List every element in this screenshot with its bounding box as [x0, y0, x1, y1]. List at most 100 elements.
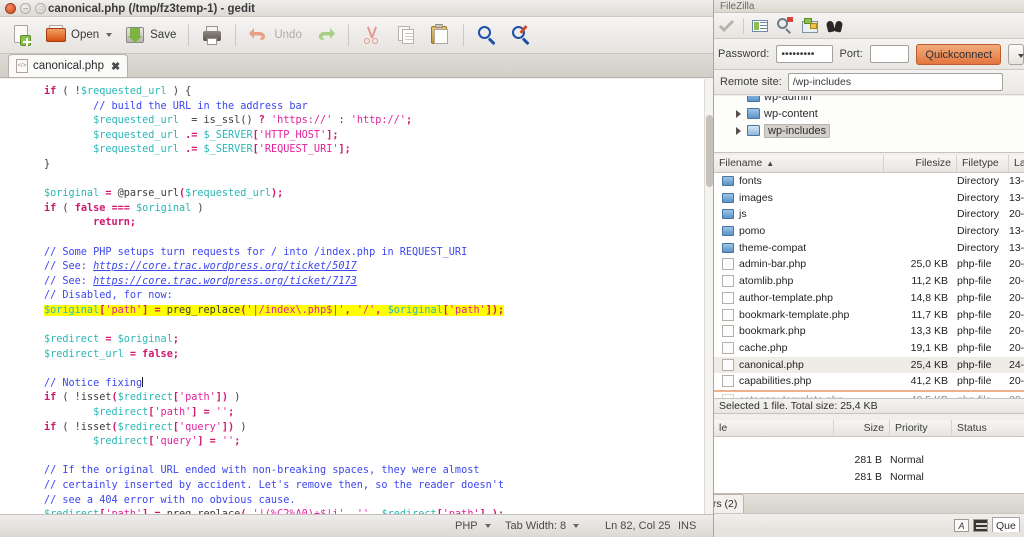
editor-vertical-scrollbar[interactable] — [704, 79, 713, 514]
quickconnect-button[interactable]: Quickconnect — [916, 43, 1002, 65]
code-token: ( ! — [56, 421, 81, 433]
file-icon — [722, 358, 734, 371]
file-list-row[interactable]: cache.php 19,1 KB php-file 20-08-20 — [714, 340, 1024, 357]
file-list-row[interactable]: bookmark.php 13,3 KB php-file 20-08-20 — [714, 323, 1024, 340]
filezilla-toolbar — [714, 13, 1024, 39]
code-token: if — [44, 86, 57, 97]
code-token: 'http://' — [350, 115, 406, 127]
queue-row[interactable]: 281 B Normal — [714, 469, 1024, 486]
code-line: // Disabled, for now: — [44, 289, 529, 304]
file-date: 20-08-20 — [1009, 258, 1024, 271]
site-manager-icon[interactable] — [801, 17, 819, 35]
chevron-down-icon[interactable] — [106, 33, 113, 37]
code-editor[interactable]: if ( !$requested_url ) { // build the UR… — [0, 79, 713, 514]
remote-file-list[interactable]: fonts Directory 13-05-20 images Directory 13-… — [714, 173, 1024, 401]
paste-button[interactable] — [424, 20, 456, 50]
column-header-filesize[interactable]: Filesize — [884, 155, 957, 172]
file-list-row[interactable]: atomlib.php 11,2 KB php-file 20-08-20 — [714, 273, 1024, 290]
new-document-button[interactable] — [6, 20, 38, 50]
find-button[interactable] — [471, 20, 503, 50]
quickconnect-dropdown-button[interactable] — [1008, 43, 1024, 65]
undo-button[interactable]: Undo — [243, 20, 307, 50]
language-selector[interactable]: PHP — [455, 520, 491, 532]
queue-column-priority[interactable]: Priority — [890, 420, 952, 437]
folder-icon — [722, 176, 734, 186]
file-type: php-file — [957, 291, 992, 304]
maximize-window-button[interactable] — [35, 3, 46, 14]
redo-button[interactable] — [309, 20, 341, 50]
directory-listing-icon[interactable] — [751, 17, 769, 35]
cut-button[interactable] — [356, 20, 388, 50]
port-input[interactable] — [869, 45, 910, 63]
file-date: 20-08-20 — [1009, 341, 1024, 354]
file-list-row[interactable]: author-template.php 14,8 KB php-file 20-08-… — [714, 290, 1024, 307]
code-line: // certainly inserted by accident. Let's… — [44, 479, 529, 494]
filter-icon[interactable] — [825, 17, 844, 35]
file-list-row[interactable]: canonical.php 25,4 KB php-file 24-08-20 — [714, 356, 1024, 374]
open-button[interactable]: Open — [40, 20, 117, 50]
transfer-queue-header: le Size Priority Status — [714, 420, 1024, 437]
code-token: isset — [80, 421, 112, 433]
code-token: : — [332, 115, 351, 127]
close-icon[interactable]: ✖ — [111, 60, 120, 73]
transfer-queue-list[interactable]: 281 B Normal 281 B Normal — [714, 437, 1024, 493]
password-input[interactable]: ••••••••• — [776, 45, 833, 63]
transfer-type-icon[interactable]: A — [954, 519, 969, 532]
file-list-row[interactable]: fonts Directory 13-05-20 — [714, 173, 1024, 190]
code-token: ]) — [215, 392, 229, 404]
save-button[interactable]: Save — [119, 20, 181, 50]
close-window-button[interactable] — [5, 3, 16, 14]
queue-column-size[interactable]: Size — [834, 420, 890, 437]
tab-failed-transfers[interactable]: ers (2) — [714, 494, 745, 513]
keyboard-icon[interactable] — [973, 519, 988, 532]
file-icon — [722, 258, 734, 271]
file-name: pomo — [739, 225, 766, 238]
print-button[interactable] — [196, 20, 228, 50]
queue-column-status[interactable]: Status — [952, 420, 1024, 437]
tree-item[interactable]: wp-includes — [714, 122, 1024, 139]
file-date: 20-08-20 — [1009, 275, 1024, 288]
file-list-row[interactable]: pomo Directory 13-05-20 — [714, 223, 1024, 240]
replace-button[interactable] — [505, 20, 537, 50]
remote-file-list-header: Filename▲ Filesize Filetype Last mo — [714, 155, 1024, 173]
scrollbar-thumb[interactable] — [706, 115, 713, 187]
tab-width-selector[interactable]: Tab Width: 8 — [505, 520, 580, 532]
queue-row-priority: Normal — [890, 454, 924, 466]
column-header-filename[interactable]: Filename ▲ — [714, 155, 884, 172]
toolbar-separator-3 — [347, 24, 349, 46]
queue-row-size: 281 B — [854, 471, 882, 483]
file-list-row[interactable]: js Directory 20-08-20 — [714, 206, 1024, 223]
filezilla-window: FileZilla Password: ••••••••• Port: Quic… — [714, 0, 1024, 537]
queue-column-file[interactable]: le — [714, 420, 834, 437]
file-list-row[interactable]: bookmark-template.php 11,7 KB php-file 20-0… — [714, 307, 1024, 324]
gedit-statusbar: PHP Tab Width: 8 Ln 82, Col 25 INS — [0, 514, 713, 537]
queue-row[interactable]: 281 B Normal — [714, 452, 1024, 469]
column-header-filetype[interactable]: Filetype — [957, 155, 1009, 172]
chevron-down-icon[interactable] — [573, 524, 580, 528]
compare-directories-icon[interactable] — [718, 17, 736, 35]
code-token: ; — [172, 348, 179, 360]
file-list-row[interactable]: admin-bar.php 25,0 KB php-file 20-08-20 — [714, 256, 1024, 273]
remote-site-label: Remote site: — [720, 76, 782, 88]
copy-button[interactable] — [390, 20, 422, 50]
expand-arrow-icon[interactable] — [736, 109, 741, 118]
file-list-row[interactable]: theme-compat Directory 13-05-20 — [714, 240, 1024, 257]
file-list-row[interactable]: capabilities.php 41,2 KB php-file 20-08-20 — [714, 373, 1024, 390]
horizontal-scrollbar[interactable] — [714, 532, 1024, 537]
file-list-row[interactable]: images Directory 13-05-20 — [714, 190, 1024, 207]
column-header-lastmodified[interactable]: Last mo — [1009, 155, 1024, 172]
expand-arrow-icon[interactable] — [736, 126, 741, 135]
file-size: 25,4 KB — [910, 358, 948, 371]
chevron-down-icon[interactable] — [484, 524, 491, 528]
file-name: theme-compat — [739, 241, 807, 254]
search-remote-files-icon[interactable] — [776, 16, 794, 35]
tree-item[interactable]: wp-admin — [714, 96, 1024, 105]
tab-canonical-php[interactable]: </> canonical.php ✖ — [8, 54, 129, 77]
minimize-window-button[interactable] — [20, 3, 31, 14]
remote-site-input[interactable]: /wp-includes — [787, 73, 1003, 91]
tree-item[interactable]: wp-content — [714, 105, 1024, 122]
remote-directory-tree[interactable]: wp-admin wp-content wp-includes — [714, 96, 1024, 153]
file-size: 25,0 KB — [910, 258, 948, 271]
